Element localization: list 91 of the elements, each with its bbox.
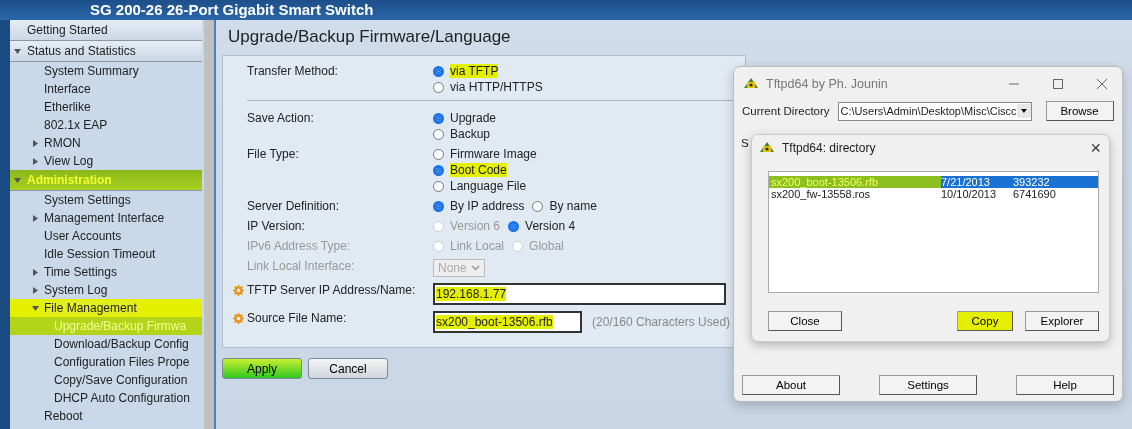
browse-button[interactable]: Browse — [1045, 101, 1114, 121]
file-row[interactable]: sx200_boot-13506.rfb 7/21/2013 393232 — [769, 176, 1098, 188]
collapsed-arrow-icon[interactable] — [32, 286, 39, 294]
radio-label: Boot Code — [450, 163, 507, 177]
nav-item[interactable]: Configuration Files Prope — [10, 353, 202, 371]
nav-item[interactable]: System Summary — [10, 62, 202, 80]
maximize-icon[interactable] — [1052, 78, 1064, 90]
radio-label: By name — [549, 199, 597, 213]
close-button[interactable]: × — [1082, 137, 1109, 159]
nav-item[interactable]: DHCP Auto Configuration — [10, 389, 202, 407]
nav-item[interactable]: RMON — [10, 134, 202, 152]
nav-item[interactable]: File Management — [10, 299, 202, 317]
app-title: SG 200-26 26-Port Gigabit Smart Switch — [90, 2, 374, 18]
radio-label: Global — [529, 239, 564, 253]
nav-item[interactable]: System Log — [10, 281, 202, 299]
radio-button[interactable] — [433, 112, 444, 124]
file-name: sx200_boot-13506.rfb — [769, 176, 941, 188]
radio-button[interactable] — [433, 200, 444, 212]
nav-item[interactable]: Time Settings — [10, 263, 202, 281]
dialog-button[interactable]: Copy — [957, 311, 1013, 331]
nav-item[interactable]: Download/Backup Config — [10, 335, 202, 353]
field-label: Transfer Method: — [247, 64, 338, 78]
text-field[interactable]: sx200_boot-13506.rfb — [433, 311, 582, 333]
nav-section[interactable]: Getting Started — [10, 20, 202, 41]
field-label: Server Definition: — [247, 199, 340, 213]
field-label: TFTP Server IP Address/Name: — [247, 283, 416, 297]
radio-label: Language File — [450, 179, 527, 193]
directory-label: Current Directory — [742, 105, 830, 117]
window-button[interactable]: About — [742, 375, 840, 395]
nav-section[interactable]: Status and Statistics — [10, 41, 202, 62]
radio-label: By IP address — [450, 199, 525, 213]
radio-label: via TFTP — [450, 64, 499, 78]
radio-label: Firmware Image — [450, 147, 537, 161]
radio-button[interactable] — [433, 128, 444, 140]
radio-label: Link Local — [450, 239, 505, 253]
nav-item[interactable]: System Settings — [10, 191, 202, 209]
window-button[interactable]: Settings — [879, 375, 977, 395]
field-label: Source File Name: — [247, 311, 347, 325]
radio-button[interactable] — [532, 200, 544, 212]
server-label: S — [741, 137, 749, 149]
window-button[interactable]: Help — [1016, 375, 1114, 395]
radio-label: Backup — [450, 127, 491, 141]
dialog-title: Tftpd64: directory — [782, 141, 877, 155]
dialog-button[interactable]: Close — [768, 311, 842, 331]
scrollbar[interactable] — [204, 20, 214, 429]
file-date: 10/10/2013 — [941, 188, 998, 200]
dialog-button[interactable]: Explorer — [1025, 311, 1099, 331]
field-label: Link Local Interface: — [247, 259, 355, 273]
radio-label: Upgrade — [450, 111, 497, 125]
text-field[interactable]: 192.168.1.77 — [433, 283, 726, 305]
directory-dropdown[interactable]: C:\Users\Admin\Desktop\Misc\Ciscc — [837, 101, 1032, 121]
nav-item[interactable]: Management Interface — [10, 209, 202, 227]
collapsed-arrow-icon[interactable] — [32, 157, 39, 165]
file-size: 6741690 — [1013, 188, 1056, 200]
radio-label: Version 4 — [525, 219, 576, 233]
field-label: Save Action: — [247, 111, 314, 125]
file-row[interactable]: sx200_fw-13558.ros 10/10/2013 6741690 — [769, 188, 1098, 200]
radio-button[interactable] — [433, 164, 444, 176]
nav-item[interactable]: Interface — [10, 80, 202, 98]
expanded-arrow-icon[interactable] — [14, 47, 21, 55]
radio-button[interactable] — [433, 180, 444, 192]
expanded-arrow-icon[interactable] — [32, 304, 39, 312]
window-title: Tftpd64 by Ph. Jounin — [766, 77, 889, 91]
nav-item[interactable]: 802.1x EAP — [10, 116, 202, 134]
nav-item[interactable]: Idle Session Timeout — [10, 245, 202, 263]
nav-item[interactable]: Reboot — [10, 407, 202, 425]
nav-item[interactable]: Etherlike — [10, 98, 202, 116]
nav-item[interactable]: Copy/Save Configuration — [10, 371, 202, 389]
file-date: 7/21/2013 — [941, 176, 991, 188]
close-icon[interactable] — [1096, 78, 1108, 90]
collapsed-arrow-icon[interactable] — [32, 214, 39, 222]
expanded-arrow-icon[interactable] — [14, 176, 21, 184]
radio-label: via HTTP/HTTPS — [450, 80, 543, 94]
apply-button[interactable]: Apply — [222, 358, 302, 379]
radio-label: Version 6 — [450, 219, 501, 233]
collapsed-arrow-icon[interactable] — [32, 268, 39, 276]
radio-button[interactable] — [433, 148, 444, 160]
collapsed-arrow-icon[interactable] — [32, 139, 39, 147]
character-count: (20/160 Characters Used) — [592, 315, 731, 329]
field-label: IP Version: — [247, 219, 305, 233]
file-size: 393232 — [1013, 176, 1050, 188]
radio-button[interactable] — [433, 81, 444, 93]
nav-item[interactable]: User Accounts — [10, 227, 202, 245]
radio-button[interactable] — [508, 220, 520, 232]
field-label: IPv6 Address Type: — [247, 239, 351, 253]
field-label: File Type: — [247, 147, 299, 161]
file-name: sx200_fw-13558.ros — [770, 188, 872, 200]
cancel-button[interactable]: Cancel — [308, 358, 388, 379]
nav-item[interactable]: View Log — [10, 152, 202, 170]
page-title: Upgrade/Backup Firmware/Language — [228, 27, 512, 47]
radio-button[interactable] — [433, 65, 444, 77]
